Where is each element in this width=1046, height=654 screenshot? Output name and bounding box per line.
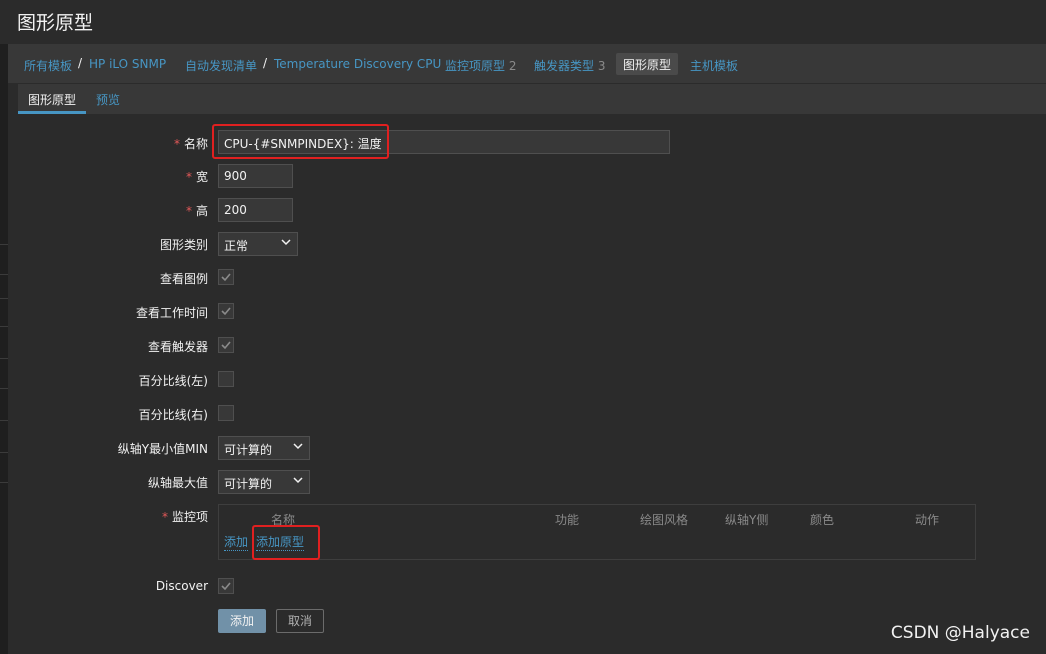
chevron-down-icon bbox=[293, 477, 303, 484]
graph-type-select[interactable]: 正常 bbox=[218, 232, 298, 256]
percentile-right-label: 百分比线(右) bbox=[138, 408, 208, 422]
add-item-link[interactable]: 添加 bbox=[224, 533, 249, 551]
chevron-down-icon bbox=[293, 443, 303, 450]
chevron-down-icon bbox=[281, 239, 291, 246]
discover-label: Discover bbox=[155, 579, 208, 593]
column-header-color: 颜色 bbox=[810, 513, 835, 527]
items-label: * 监控项 bbox=[161, 510, 208, 524]
ymin-select[interactable]: 可计算的 bbox=[218, 436, 310, 460]
highlight-box-name bbox=[212, 124, 389, 159]
column-header-function: 功能 bbox=[555, 513, 580, 527]
checkmark-icon bbox=[221, 307, 231, 316]
cancel-button[interactable]: 取消 bbox=[276, 609, 324, 633]
ymin-label: 纵轴Y最小值MIN bbox=[117, 442, 208, 456]
discover-checkbox[interactable] bbox=[218, 578, 234, 594]
breadcrumb-separator: / bbox=[263, 56, 268, 70]
width-input[interactable]: 900 bbox=[218, 164, 293, 188]
checkmark-icon bbox=[221, 273, 231, 282]
graph-type-value: 正常 bbox=[224, 239, 249, 253]
name-label: * 名称 bbox=[173, 137, 208, 151]
height-label: * 高 bbox=[185, 204, 208, 218]
checkmark-icon bbox=[221, 582, 231, 591]
column-header-y-axis-side: 纵轴Y侧 bbox=[725, 513, 769, 527]
breadcrumb: 所有模板 / HP iLO SNMP 自动发现清单 / Temperature … bbox=[8, 44, 1046, 84]
trigger-prototypes-count: 3 bbox=[597, 59, 606, 73]
item-prototypes-count: 2 bbox=[508, 59, 517, 73]
ymin-value: 可计算的 bbox=[224, 443, 273, 457]
breadcrumb-separator: / bbox=[78, 56, 83, 70]
breadcrumb-trigger-prototypes[interactable]: 触发器类型 3 bbox=[534, 57, 605, 74]
show-triggers-checkbox[interactable] bbox=[218, 337, 234, 353]
breadcrumb-host-prototypes[interactable]: 主机模板 bbox=[690, 57, 738, 74]
trigger-prototypes-label: 触发器类型 bbox=[534, 59, 595, 73]
left-sidebar-strip bbox=[0, 44, 8, 654]
ymax-select[interactable]: 可计算的 bbox=[218, 470, 310, 494]
show-work-period-checkbox[interactable] bbox=[218, 303, 234, 319]
percentile-left-label: 百分比线(左) bbox=[138, 374, 208, 388]
breadcrumb-all-templates[interactable]: 所有模板 bbox=[24, 57, 72, 74]
graph-type-label: 图形类别 bbox=[159, 238, 208, 252]
column-header-action: 动作 bbox=[915, 513, 940, 527]
width-label: * 宽 bbox=[185, 170, 208, 184]
add-button[interactable]: 添加 bbox=[218, 609, 266, 633]
required-marker: * bbox=[173, 137, 180, 151]
page-title: 图形原型 bbox=[17, 12, 94, 34]
show-legend-checkbox[interactable] bbox=[218, 269, 234, 285]
column-header-draw-style: 绘图风格 bbox=[640, 513, 689, 527]
breadcrumb-item-prototypes[interactable]: 监控项原型 2 bbox=[445, 57, 516, 74]
item-prototypes-label: 监控项原型 bbox=[445, 59, 506, 73]
page-header: 图形原型 bbox=[0, 0, 1046, 44]
show-work-period-label: 查看工作时间 bbox=[135, 306, 208, 320]
percentile-left-checkbox[interactable] bbox=[218, 371, 234, 387]
checkmark-icon bbox=[221, 341, 231, 350]
ymax-value: 可计算的 bbox=[224, 477, 273, 491]
percentile-right-checkbox[interactable] bbox=[218, 405, 234, 421]
required-marker: * bbox=[161, 510, 168, 524]
tab-preview[interactable]: 预览 bbox=[96, 91, 120, 108]
show-legend-label: 查看图例 bbox=[159, 272, 208, 286]
highlight-box-add-prototype bbox=[252, 525, 320, 560]
items-table: 名称 功能 绘图风格 纵轴Y侧 颜色 动作 添加 添加原型 bbox=[218, 504, 976, 560]
breadcrumb-graph-prototypes[interactable]: 图形原型 bbox=[616, 53, 679, 75]
breadcrumb-template-hp-ilo[interactable]: HP iLO SNMP bbox=[89, 57, 166, 71]
ymax-label: 纵轴最大值 bbox=[147, 476, 208, 490]
tab-graph-prototype[interactable]: 图形原型 bbox=[28, 91, 76, 108]
show-triggers-label: 查看触发器 bbox=[147, 340, 208, 354]
required-marker: * bbox=[185, 204, 192, 218]
tabs-bar: 图形原型 预览 bbox=[18, 84, 1046, 114]
required-marker: * bbox=[185, 170, 192, 184]
breadcrumb-discovery-list[interactable]: 自动发现清单 bbox=[185, 57, 257, 74]
height-input[interactable]: 200 bbox=[218, 198, 293, 222]
breadcrumb-discovery-rule[interactable]: Temperature Discovery CPU bbox=[274, 57, 441, 71]
watermark: CSDN @Halyace bbox=[890, 623, 1030, 643]
